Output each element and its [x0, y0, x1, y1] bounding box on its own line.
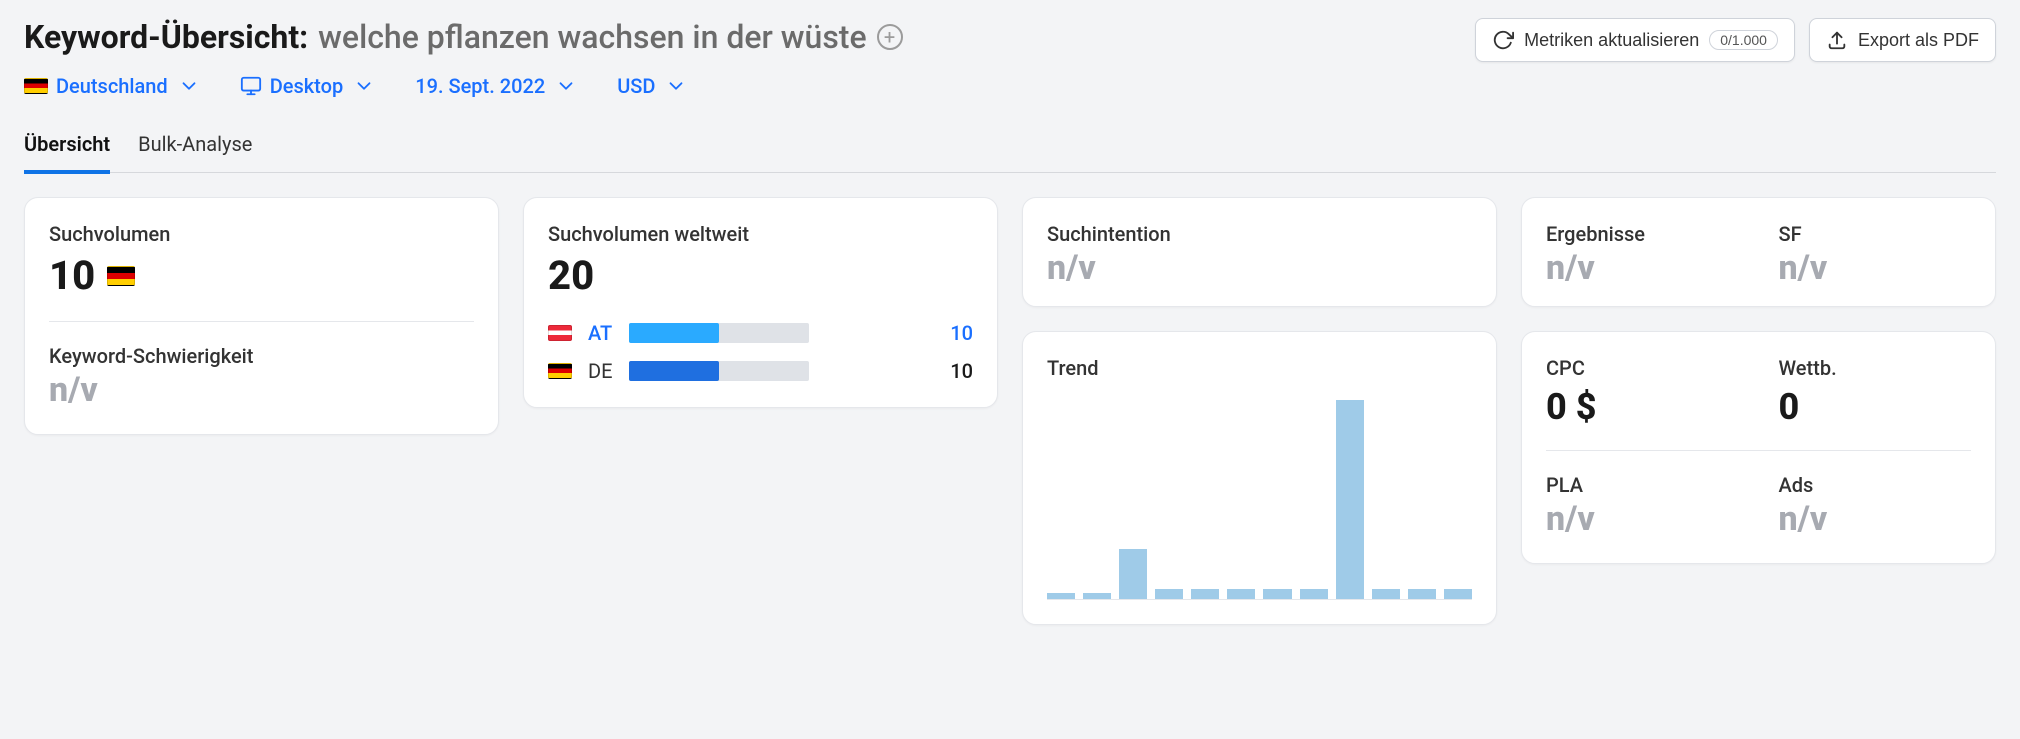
- chevron-down-icon: [665, 75, 687, 97]
- export-pdf-label: Export als PDF: [1858, 30, 1979, 51]
- competition-value: 0: [1779, 386, 1800, 428]
- card-search-volume: Suchvolumen 10 Keyword-Schwierigkeit n/v: [24, 197, 499, 435]
- card-trend: Trend: [1022, 331, 1497, 625]
- page-title-keyword: welche pflanzen wachsen in der wüste: [318, 18, 866, 56]
- volume-value-at: 10: [950, 321, 973, 345]
- trend-bar-1: [1083, 593, 1111, 599]
- trend-bar-5: [1227, 589, 1255, 599]
- chevron-down-icon: [353, 75, 375, 97]
- volume-bar-de: [629, 361, 809, 381]
- export-pdf-button[interactable]: Export als PDF: [1809, 18, 1996, 62]
- country-filter[interactable]: Deutschland: [24, 74, 200, 98]
- tab-bulk-analysis[interactable]: Bulk-Analyse: [138, 124, 252, 172]
- germany-flag-icon: [107, 266, 135, 286]
- search-volume-title: Suchvolumen: [49, 222, 474, 246]
- cpc-title: CPC: [1546, 356, 1739, 380]
- sf-value: n/v: [1779, 248, 1972, 288]
- search-intent-title: Suchintention: [1047, 222, 1472, 246]
- trend-title: Trend: [1047, 356, 1472, 380]
- sf-title: SF: [1779, 222, 1972, 246]
- tab-overview[interactable]: Übersicht: [24, 124, 110, 174]
- search-intent-value: n/v: [1047, 248, 1472, 288]
- upload-icon: [1826, 29, 1848, 51]
- refresh-quota-badge: 0/1.000: [1709, 30, 1778, 50]
- volume-value-de: 10: [950, 359, 973, 383]
- global-volume-title: Suchvolumen weltweit: [548, 222, 973, 246]
- at-flag-icon: [548, 325, 572, 341]
- results-title: Ergebnisse: [1546, 222, 1739, 246]
- country-code-at[interactable]: AT: [588, 321, 613, 345]
- keyword-difficulty-title: Keyword-Schwierigkeit: [49, 344, 474, 368]
- device-filter-label: Desktop: [270, 74, 344, 98]
- de-flag-icon: [548, 363, 572, 379]
- trend-bar-2: [1119, 549, 1147, 599]
- trend-bar-11: [1444, 589, 1472, 599]
- date-filter-label: 19. Sept. 2022: [415, 74, 545, 98]
- add-keyword-icon[interactable]: +: [877, 24, 903, 50]
- refresh-metrics-button[interactable]: Metriken aktualisieren 0/1.000: [1475, 18, 1795, 62]
- trend-bar-7: [1300, 589, 1328, 599]
- ads-title: Ads: [1779, 473, 1972, 497]
- trend-bar-10: [1408, 589, 1436, 599]
- pla-title: PLA: [1546, 473, 1739, 497]
- trend-bar-6: [1263, 589, 1291, 599]
- device-filter[interactable]: Desktop: [240, 74, 376, 98]
- currency-filter-label: USD: [617, 74, 655, 98]
- chevron-down-icon: [555, 75, 577, 97]
- trend-bar-0: [1047, 593, 1075, 599]
- trend-bar-9: [1372, 589, 1400, 599]
- ads-value: n/v: [1779, 499, 1972, 539]
- card-commercial: CPC 0 $ Wettb. 0 PLA n/v Ads: [1521, 331, 1996, 564]
- cpc-value: 0 $: [1546, 386, 1596, 428]
- refresh-icon: [1492, 29, 1514, 51]
- volume-bar-at: [629, 323, 809, 343]
- competition-title: Wettb.: [1779, 356, 1972, 380]
- pla-value: n/v: [1546, 499, 1739, 539]
- card-results-sf: Ergebnisse n/v SF n/v: [1521, 197, 1996, 307]
- global-volume-value: 20: [548, 252, 594, 299]
- monitor-icon: [240, 75, 262, 97]
- refresh-metrics-label: Metriken aktualisieren: [1524, 30, 1699, 51]
- trend-bar-3: [1155, 589, 1183, 599]
- trend-chart: [1047, 400, 1472, 600]
- country-code-de: DE: [588, 359, 613, 383]
- currency-filter[interactable]: USD: [617, 74, 687, 98]
- germany-flag-icon: [24, 78, 48, 94]
- trend-bar-8: [1336, 400, 1364, 599]
- results-value: n/v: [1546, 248, 1739, 288]
- card-search-intent: Suchintention n/v: [1022, 197, 1497, 307]
- date-filter[interactable]: 19. Sept. 2022: [415, 74, 577, 98]
- chevron-down-icon: [178, 75, 200, 97]
- card-global-volume: Suchvolumen weltweit 20 AT 10 DE 10: [523, 197, 998, 408]
- country-filter-label: Deutschland: [56, 74, 168, 98]
- search-volume-value: 10: [49, 252, 95, 299]
- page-title-label: Keyword-Übersicht:: [24, 18, 308, 56]
- trend-bar-4: [1191, 589, 1219, 599]
- keyword-difficulty-value: n/v: [49, 370, 474, 410]
